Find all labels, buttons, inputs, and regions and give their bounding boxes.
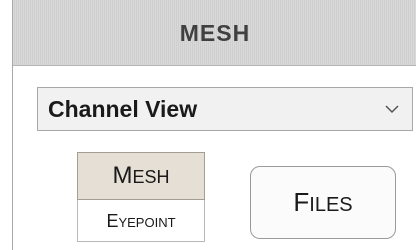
eyepoint-toggle-rest: YEPOINT xyxy=(118,215,176,230)
eyepoint-toggle-button[interactable]: EYEPOINT xyxy=(77,200,205,242)
mesh-toggle-rest: ESH xyxy=(132,167,170,187)
files-button[interactable]: FILES xyxy=(250,166,396,239)
view-select[interactable]: Channel View xyxy=(37,87,413,131)
mesh-panel: MESH Channel View MESH EYEPOINT FILES xyxy=(12,0,416,250)
panel-header: MESH xyxy=(13,0,416,66)
mesh-toggle-initial: M xyxy=(112,162,133,189)
chevron-down-icon xyxy=(385,105,399,114)
files-button-rest: ILES xyxy=(309,194,353,216)
mesh-toggle-button[interactable]: MESH xyxy=(77,152,205,200)
mode-toggle: MESH EYEPOINT xyxy=(77,152,205,242)
panel-title: MESH xyxy=(179,20,251,46)
eyepoint-toggle-initial: E xyxy=(106,211,119,231)
files-button-initial: F xyxy=(293,187,310,217)
view-select-value: Channel View xyxy=(48,96,198,122)
